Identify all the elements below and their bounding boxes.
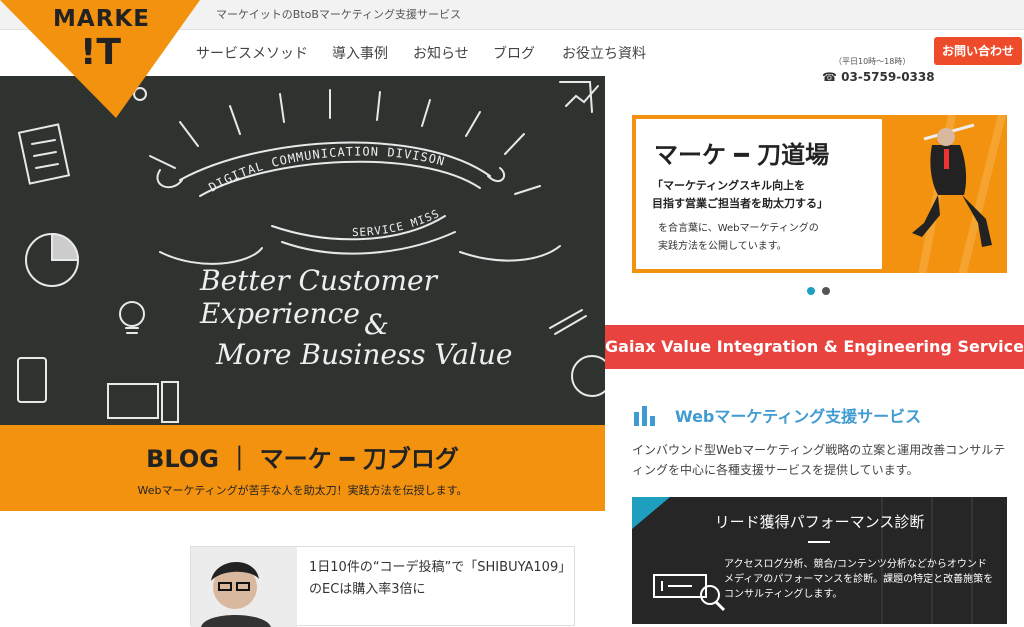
web-service-description: インバウンド型Webマーケティング戦略の立案と運用改善コンサルティングを中心に各…	[632, 443, 1006, 477]
chalk-doodles: DIGITAL COMMUNICATION DIVISON SERVICE MI…	[0, 76, 605, 423]
tagline: マーケイットのBtoBマーケティング支援サービス	[216, 8, 462, 21]
hero-chalkboard: DIGITAL COMMUNICATION DIVISON SERVICE MI…	[0, 76, 605, 425]
blog-band: BLOG ｜ マーケ ━ 刀ブログ Webマーケティングが苦手な人を助太刀！実践…	[0, 425, 605, 511]
divider	[808, 541, 830, 543]
diagnosis-banner[interactable]: リード獲得パフォーマンス診断 アクセスログ分析、競合/コンテンツ分析などからオウ…	[632, 497, 1007, 624]
nav-item-resources[interactable]: お役立ち資料	[562, 43, 646, 63]
samurai-businessman-icon	[882, 115, 1007, 273]
dojo-banner[interactable]: マーケ ━ 刀道場 「マーケティングスキル向上を 目指す営業ご担当者を助太刀する…	[632, 115, 1007, 273]
web-service-title[interactable]: Webマーケティング支援サービス	[675, 403, 921, 427]
hero-line-1: Better Customer Experience	[200, 264, 437, 330]
diagnosis-text: アクセスログ分析、競合/コンテンツ分析などからオウンドメディアのパフォーマンスを…	[724, 559, 994, 600]
phone-hours: （平日10時〜18時）	[834, 57, 911, 66]
logo[interactable]: MARKE !T	[0, 0, 200, 120]
blog-subtitle: Webマーケティングが苦手な人を助太刀！実践方法を伝授します。	[137, 484, 468, 497]
blog-title: BLOG ｜ マーケ ━ 刀ブログ	[146, 445, 459, 473]
logo-text-bottom: !T	[80, 32, 121, 73]
carousel-dot-1[interactable]	[807, 287, 815, 295]
gaiax-heading: Gaiax Value Integration & Engineering Se…	[605, 325, 1024, 369]
nav-item-blog[interactable]: ブログ	[493, 43, 535, 63]
phone-icon: ☎	[822, 70, 837, 84]
hero-line-2: More Business Value	[216, 338, 513, 371]
contact-button[interactable]: お問い合わせ	[934, 37, 1022, 65]
hero-ampersand: &	[364, 308, 389, 341]
nav-item-news[interactable]: お知らせ	[413, 43, 469, 63]
bar-chart-icon	[634, 406, 655, 426]
article-thumbnail	[191, 547, 297, 627]
diagnosis-title: リード獲得パフォーマンス診断	[714, 513, 925, 531]
phone-number-text: 03-5759-0338	[841, 70, 935, 84]
carousel-dot-2[interactable]	[822, 287, 830, 295]
svg-text:DIGITAL COMMUNICATION DIVISON: DIGITAL COMMUNICATION DIVISON	[206, 145, 446, 195]
logo-text-top: MARKE	[53, 6, 150, 32]
article-card[interactable]: 1日10件の“コーデ投稿”で「SHIBUYA109」のECは購入率3倍に	[190, 546, 575, 627]
phone-number: ☎ 03-5759-0338	[822, 70, 935, 84]
person-photo-icon	[191, 547, 297, 627]
nav-item-service-method[interactable]: サービスメソッド	[196, 43, 308, 63]
article-title[interactable]: 1日10件の“コーデ投稿”で「SHIBUYA109」のECは購入率3倍に	[309, 557, 569, 601]
nav-item-case-studies[interactable]: 導入事例	[332, 43, 388, 63]
magnifier-icon	[653, 574, 726, 612]
ribbon-text-top: DIGITAL COMMUNICATION DIVISON	[206, 145, 445, 195]
